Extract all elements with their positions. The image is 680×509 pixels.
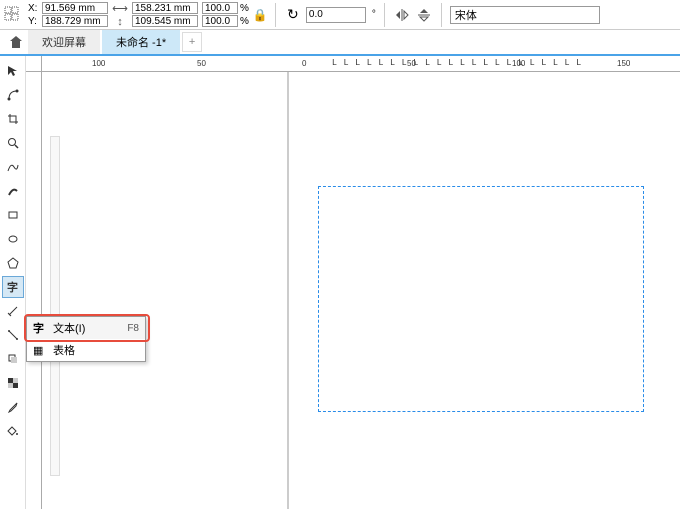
ruler-origin[interactable] bbox=[26, 56, 42, 72]
width-input[interactable] bbox=[132, 2, 198, 14]
x-label: X: bbox=[28, 3, 40, 14]
flyout-label: 文本(I) bbox=[53, 320, 121, 336]
transparency-tool[interactable] bbox=[2, 372, 24, 394]
tab-label: 未命名 -1* bbox=[116, 34, 166, 50]
property-bar: X: Y: ⟷↕ % % 🔒 ↻ ° bbox=[0, 0, 680, 30]
add-tab-button[interactable]: + bbox=[182, 32, 202, 52]
canvas-area: 100 50 0 50 100 150 L L L L L L L L L L … bbox=[26, 56, 680, 509]
parallel-dimension-tool[interactable] bbox=[2, 300, 24, 322]
connector-tool[interactable] bbox=[2, 324, 24, 346]
y-input[interactable] bbox=[42, 15, 108, 27]
rectangle-tool[interactable] bbox=[2, 204, 24, 226]
pct-unit-2: % bbox=[240, 16, 249, 27]
ruler-marks: L L L L L L L L L L L L L L L L L L L L … bbox=[42, 58, 680, 70]
text-tool-flyout: 字 文本(I) F8 ▦ 表格 bbox=[26, 316, 146, 362]
crop-tool[interactable] bbox=[2, 108, 24, 130]
freehand-tool[interactable] bbox=[2, 156, 24, 178]
separator bbox=[275, 3, 276, 27]
workspace: 字 100 50 0 50 100 150 L L L L L L L L L … bbox=[0, 56, 680, 509]
tab-welcome[interactable]: 欢迎屏幕 bbox=[28, 30, 100, 54]
text-tool[interactable]: 字 bbox=[2, 276, 24, 298]
fill-tool[interactable] bbox=[2, 420, 24, 442]
mini-scrollbar[interactable] bbox=[50, 136, 60, 476]
pick-tool[interactable] bbox=[2, 60, 24, 82]
tab-label: 欢迎屏幕 bbox=[42, 34, 86, 50]
dimension-icon: ⟷↕ bbox=[112, 2, 128, 28]
eyedropper-tool[interactable] bbox=[2, 396, 24, 418]
table-icon: ▦ bbox=[33, 344, 47, 357]
mirror-v-icon[interactable] bbox=[415, 6, 433, 24]
flyout-shortcut: F8 bbox=[127, 323, 139, 334]
y-label: Y: bbox=[28, 16, 40, 27]
separator-2 bbox=[384, 3, 385, 27]
position-icon bbox=[4, 5, 24, 25]
pct-unit: % bbox=[240, 3, 249, 14]
flyout-item-table[interactable]: ▦ 表格 bbox=[27, 339, 145, 361]
home-icon[interactable] bbox=[4, 30, 28, 54]
mirror-h-icon[interactable] bbox=[393, 6, 411, 24]
lock-ratio-icon[interactable]: 🔒 bbox=[253, 8, 267, 22]
toolbox: 字 bbox=[0, 56, 26, 509]
polygon-tool[interactable] bbox=[2, 252, 24, 274]
ellipse-tool[interactable] bbox=[2, 228, 24, 250]
scale-h-input[interactable] bbox=[202, 15, 238, 27]
artistic-media-tool[interactable] bbox=[2, 180, 24, 202]
tab-bar: 欢迎屏幕 未命名 -1* + bbox=[0, 30, 680, 56]
flyout-label: 表格 bbox=[53, 342, 139, 358]
x-input[interactable] bbox=[42, 2, 108, 14]
font-family-input[interactable] bbox=[450, 6, 600, 24]
zoom-tool[interactable] bbox=[2, 132, 24, 154]
text-frame-selection[interactable] bbox=[318, 186, 644, 412]
drop-shadow-tool[interactable] bbox=[2, 348, 24, 370]
horizontal-ruler[interactable]: 100 50 0 50 100 150 L L L L L L L L L L … bbox=[42, 56, 680, 72]
vertical-ruler[interactable] bbox=[26, 72, 42, 509]
text-icon: 字 bbox=[33, 320, 47, 336]
page-boundary bbox=[287, 72, 289, 509]
scale-w-input[interactable] bbox=[202, 2, 238, 14]
degree-label: ° bbox=[372, 9, 376, 20]
shape-tool[interactable] bbox=[2, 84, 24, 106]
tab-untitled[interactable]: 未命名 -1* bbox=[102, 30, 180, 54]
rotation-input[interactable] bbox=[306, 7, 366, 23]
height-input[interactable] bbox=[132, 15, 198, 27]
canvas[interactable] bbox=[42, 72, 680, 509]
flyout-item-text[interactable]: 字 文本(I) F8 bbox=[27, 317, 145, 339]
rotate-icon: ↻ bbox=[284, 6, 302, 24]
separator-3 bbox=[441, 3, 442, 27]
